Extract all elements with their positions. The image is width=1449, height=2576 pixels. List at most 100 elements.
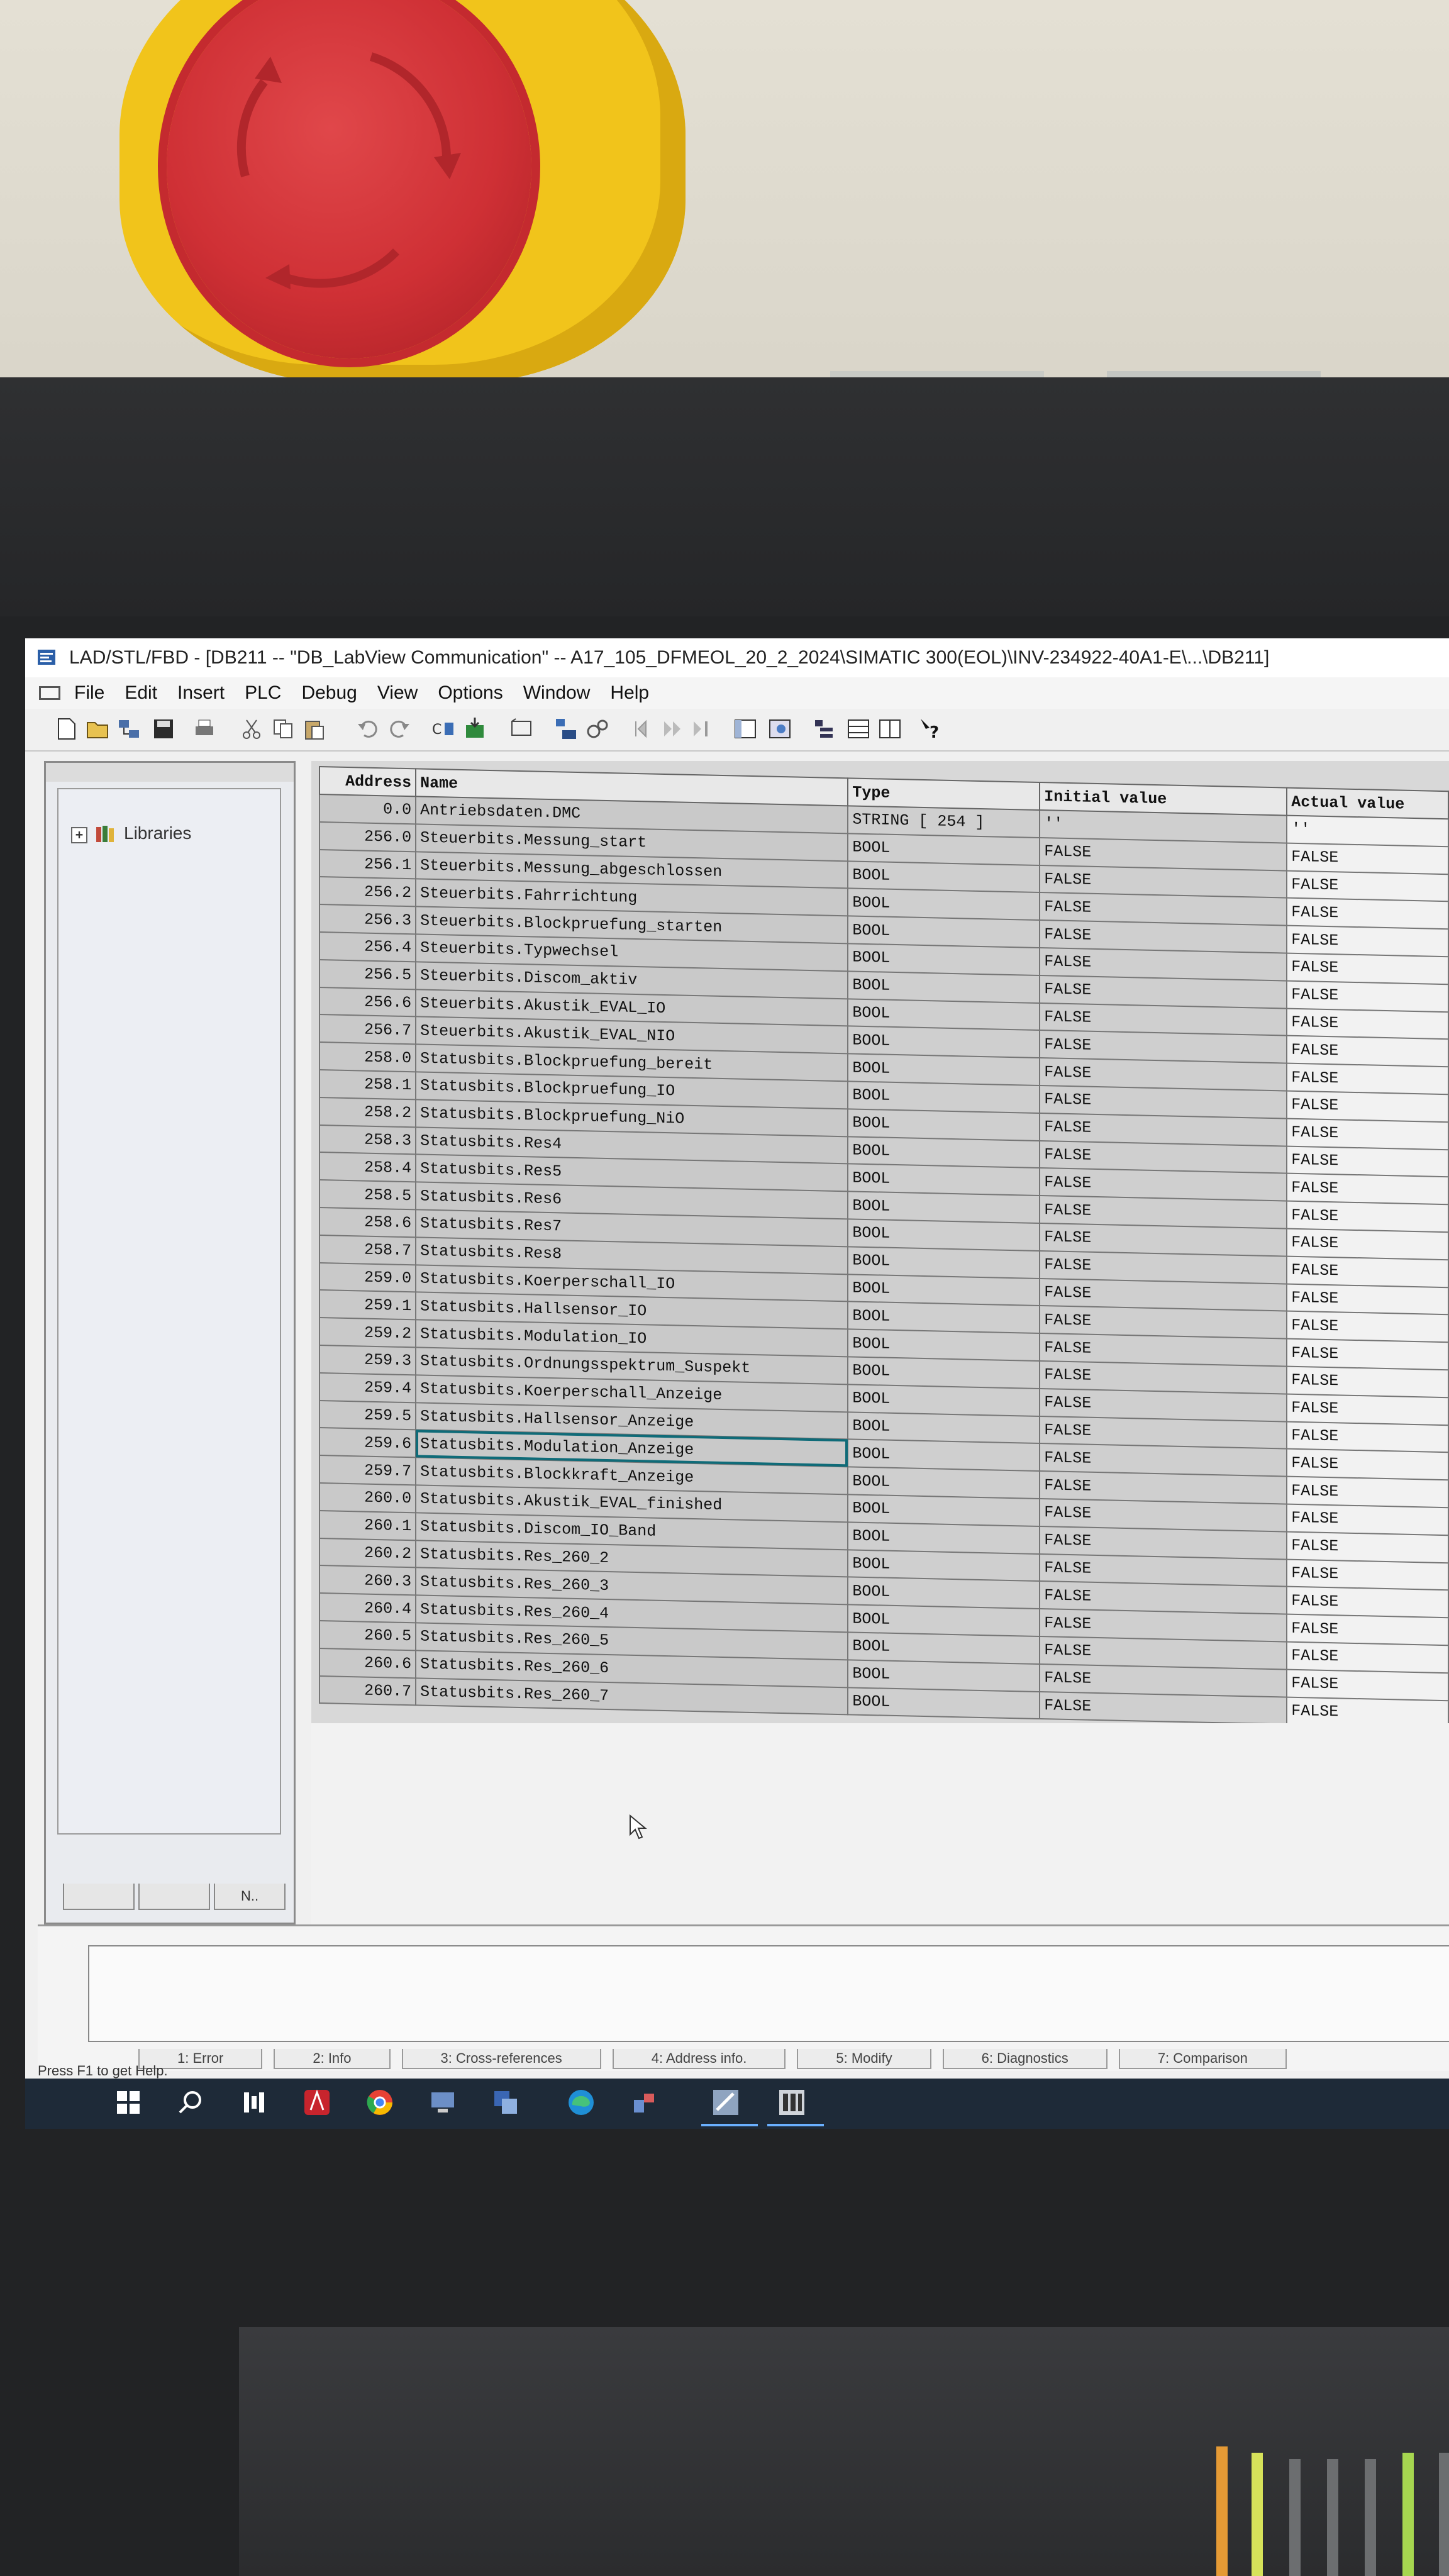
cell-type[interactable]: BOOL (848, 1109, 1040, 1141)
cell-type[interactable]: BOOL (848, 1384, 1040, 1416)
cell-actual-value[interactable]: FALSE (1287, 1366, 1448, 1397)
cell-actual-value[interactable]: FALSE (1287, 1201, 1448, 1233)
cell-address[interactable]: 260.7 (319, 1675, 416, 1706)
menu-view[interactable]: View (377, 677, 418, 709)
cell-type[interactable]: BOOL (848, 1329, 1040, 1361)
module-info-icon[interactable] (553, 716, 579, 741)
cell-actual-value[interactable]: FALSE (1287, 953, 1448, 984)
cell-address[interactable]: 260.2 (319, 1538, 416, 1568)
cell-type[interactable]: BOOL (848, 971, 1040, 1003)
cell-address[interactable]: 256.4 (319, 932, 416, 962)
acrobat-icon[interactable] (302, 2087, 332, 2118)
cell-actual-value[interactable]: FALSE (1287, 1256, 1448, 1287)
cell-actual-value[interactable]: FALSE (1287, 897, 1448, 930)
cell-address[interactable]: 260.4 (319, 1593, 416, 1623)
cell-type[interactable]: BOOL (848, 1549, 1040, 1582)
tab-n[interactable]: N.. (214, 1884, 286, 1910)
tree-item-libraries[interactable]: Libraries (124, 823, 191, 843)
cell-actual-value[interactable]: FALSE (1287, 1035, 1448, 1067)
cell-type[interactable]: STRING [ 254 ] (848, 806, 1040, 838)
cell-address[interactable]: 260.0 (319, 1482, 416, 1513)
cell-actual-value[interactable]: FALSE (1287, 1338, 1448, 1370)
search-icon[interactable] (176, 2087, 206, 2118)
cell-actual-value[interactable]: FALSE (1287, 1531, 1448, 1563)
cell-type[interactable]: BOOL (848, 1577, 1040, 1609)
tab-info[interactable]: 2: Info (274, 2049, 391, 2069)
cell-actual-value[interactable]: FALSE (1287, 1614, 1448, 1646)
cell-actual-value[interactable]: FALSE (1287, 1641, 1448, 1673)
cell-type[interactable]: BOOL (848, 1411, 1040, 1444)
system-menu-icon[interactable] (39, 686, 60, 700)
cell-actual-value[interactable]: FALSE (1287, 1559, 1448, 1591)
cell-actual-value[interactable]: FALSE (1287, 925, 1448, 957)
tools-icon[interactable] (629, 2087, 659, 2118)
cell-address[interactable]: 258.1 (319, 1069, 416, 1100)
cell-actual-value[interactable]: FALSE (1287, 1091, 1448, 1122)
cell-address[interactable]: 259.6 (319, 1428, 416, 1458)
menu-help[interactable]: Help (610, 677, 649, 709)
cell-type[interactable]: BOOL (848, 916, 1040, 948)
cell-type[interactable]: BOOL (848, 1357, 1040, 1389)
step-icon[interactable] (660, 716, 686, 741)
tab-cross-references[interactable]: 3: Cross-references (401, 2049, 601, 2069)
column-header-address[interactable]: Address (319, 767, 416, 797)
cell-address[interactable]: 260.5 (319, 1620, 416, 1651)
cell-type[interactable]: BOOL (848, 1219, 1040, 1251)
cell-type[interactable]: BOOL (848, 1467, 1040, 1499)
step-out-icon[interactable] (689, 716, 714, 741)
windows-start-icon[interactable] (113, 2087, 143, 2118)
cell-address[interactable]: 256.0 (319, 821, 416, 852)
menu-window[interactable]: Window (523, 677, 591, 709)
cell-type[interactable]: BOOL (848, 1246, 1040, 1279)
hw-config-icon[interactable] (777, 2087, 807, 2118)
overview-icon[interactable] (733, 716, 758, 741)
cell-type[interactable]: BOOL (848, 1163, 1040, 1196)
print-icon[interactable] (192, 716, 217, 741)
cell-address[interactable]: 256.2 (319, 877, 416, 907)
tab-call-structure[interactable] (138, 1884, 210, 1910)
cell-address[interactable]: 259.7 (319, 1455, 416, 1485)
cell-actual-value[interactable]: FALSE (1287, 1008, 1448, 1040)
undo-icon[interactable] (355, 716, 380, 741)
cell-actual-value[interactable]: FALSE (1287, 1476, 1448, 1508)
cell-actual-value[interactable]: FALSE (1287, 1586, 1448, 1618)
new-icon[interactable] (53, 716, 79, 741)
save-icon[interactable] (151, 716, 176, 741)
cell-actual-value[interactable]: FALSE (1287, 1063, 1448, 1095)
compile-icon[interactable]: C (431, 716, 456, 741)
cell-actual-value[interactable]: FALSE (1287, 1284, 1448, 1315)
cell-address[interactable]: 256.3 (319, 904, 416, 935)
cell-actual-value[interactable]: FALSE (1287, 870, 1448, 902)
cell-type[interactable]: BOOL (848, 1274, 1040, 1306)
cell-actual-value[interactable]: '' (1287, 815, 1448, 847)
cell-actual-value[interactable]: FALSE (1287, 1394, 1448, 1425)
cell-actual-value[interactable]: FALSE (1287, 1118, 1448, 1150)
table-view-icon[interactable] (846, 716, 871, 741)
tab-address-info[interactable]: 4: Address info. (612, 2049, 786, 2069)
cell-type[interactable]: BOOL (848, 1081, 1040, 1113)
cell-address[interactable]: 258.2 (319, 1097, 416, 1127)
cell-type[interactable]: BOOL (848, 1687, 1040, 1719)
menu-file[interactable]: File (74, 677, 104, 709)
menu-options[interactable]: Options (438, 677, 502, 709)
cell-type[interactable]: BOOL (848, 1494, 1040, 1526)
chrome-icon[interactable] (365, 2087, 395, 2118)
cell-actual-value[interactable]: FALSE (1287, 843, 1448, 874)
lad-stl-fbd-icon[interactable] (711, 2087, 741, 2118)
cell-address[interactable]: 258.3 (319, 1124, 416, 1155)
redo-icon[interactable] (387, 716, 412, 741)
menu-debug[interactable]: Debug (301, 677, 357, 709)
cell-actual-value[interactable]: FALSE (1287, 1146, 1448, 1177)
go-online-icon[interactable] (585, 716, 610, 741)
cell-address[interactable]: 259.5 (319, 1400, 416, 1430)
accessible-nodes-icon[interactable] (116, 716, 142, 741)
cell-address[interactable]: 256.7 (319, 1014, 416, 1045)
column-header-actual-value[interactable]: Actual value (1287, 787, 1448, 819)
declaration-view-icon[interactable] (877, 716, 902, 741)
cell-address[interactable]: 256.6 (319, 987, 416, 1017)
cell-address[interactable]: 259.4 (319, 1372, 416, 1402)
cell-address[interactable]: 259.2 (319, 1318, 416, 1348)
menu-edit[interactable]: Edit (125, 677, 157, 709)
cell-initial-value[interactable]: FALSE (1040, 1691, 1287, 1724)
cut-icon[interactable] (239, 716, 264, 741)
